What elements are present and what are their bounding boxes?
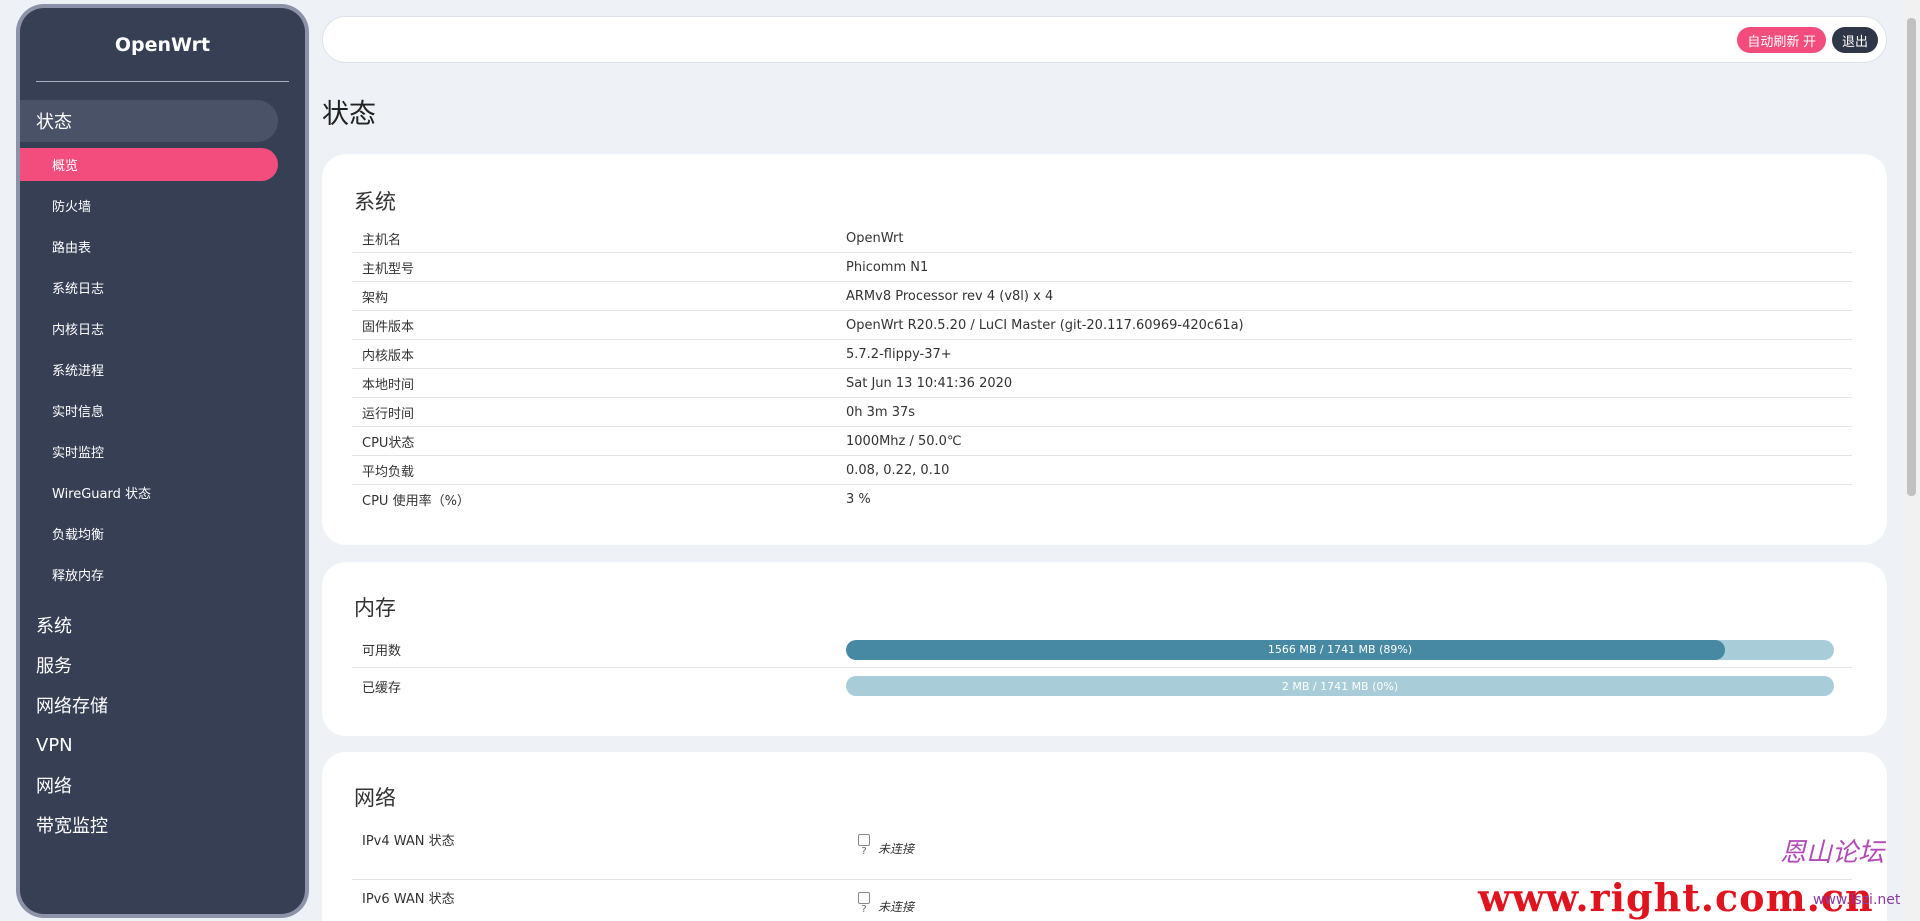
table-row: 运行时间 0h 3m 37s xyxy=(352,398,1852,427)
menu-item-status[interactable]: 状态 xyxy=(20,100,278,142)
row-key: 运行时间 xyxy=(362,406,415,422)
submenu-item-processes[interactable]: 系统进程 xyxy=(20,353,278,386)
submenu-item-system-log[interactable]: 系统日志 xyxy=(20,271,278,304)
status-submenu: 概览 防火墙 路由表 系统日志 内核日志 系统进程 实时信息 实时监控 Wire… xyxy=(20,148,278,599)
memory-card: 内存 可用数 1566 MB / 1741 MB (89%) 已缓存 2 MB … xyxy=(322,562,1887,736)
menu-item-network[interactable]: 网络 xyxy=(20,765,278,805)
network-disconnected-icon: ? xyxy=(856,834,872,858)
row-key: 已缓存 xyxy=(362,680,402,696)
row-key: 内核版本 xyxy=(362,348,415,364)
table-row: 内核版本 5.7.2-flippy-37+ xyxy=(352,340,1852,369)
row-key: IPv6 WAN 状态 xyxy=(362,892,455,907)
memory-card-title: 内存 xyxy=(354,596,396,620)
row-key: 可用数 xyxy=(362,644,402,659)
menu-item-services[interactable]: 服务 xyxy=(20,645,278,685)
network-row-ipv4: IPv4 WAN 状态 ? 未连接 xyxy=(352,822,1852,880)
system-table: 主机名 OpenWrt 主机型号 Phicomm N1 架构 ARMv8 Proces… xyxy=(352,224,1852,514)
network-status: 未连接 xyxy=(878,842,915,856)
row-value: 1000Mhz / 50.0℃ xyxy=(846,433,962,449)
submenu-item-firewall[interactable]: 防火墙 xyxy=(20,189,278,222)
cached-memory-bar-label: 2 MB / 1741 MB (0%) xyxy=(1281,679,1399,693)
row-key: CPU 使用率（%） xyxy=(362,494,470,509)
row-key: 固件版本 xyxy=(362,319,415,335)
table-row: 本地时间 Sat Jun 13 10:41:36 2020 xyxy=(352,369,1852,398)
system-card-title: 系统 xyxy=(354,190,396,214)
row-value: Phicomm N1 xyxy=(846,259,929,275)
menu-item-vpn[interactable]: VPN xyxy=(20,725,278,765)
submenu-item-wireguard[interactable]: WireGuard 状态 xyxy=(20,476,278,509)
submenu-item-free-memory[interactable]: 释放内存 xyxy=(20,558,278,591)
row-value: 5.7.2-flippy-37+ xyxy=(846,346,952,362)
row-key: CPU状态 xyxy=(362,435,415,451)
table-row: CPU状态 1000Mhz / 50.0℃ xyxy=(352,427,1852,456)
network-disconnected-icon: ? xyxy=(856,892,872,916)
submenu-item-overview[interactable]: 概览 xyxy=(20,148,278,181)
row-key: 主机名 xyxy=(362,232,402,248)
row-value: Sat Jun 13 10:41:36 2020 xyxy=(846,375,1013,391)
table-row: 固件版本 OpenWrt R20.5.20 / LuCI Master (git-… xyxy=(352,311,1852,340)
row-value: OpenWrt xyxy=(846,230,904,246)
submenu-item-realtime-info[interactable]: 实时信息 xyxy=(20,394,278,427)
logout-button[interactable]: 退出 xyxy=(1831,27,1878,53)
table-row: 平均负载 0.08, 0.22, 0.10 xyxy=(352,456,1852,485)
icon-glyph: ? xyxy=(861,846,867,857)
row-value: 0.08, 0.22, 0.10 xyxy=(846,462,950,478)
submenu-item-realtime-monitor[interactable]: 实时监控 xyxy=(20,435,278,468)
row-value: ARMv8 Processor rev 4 (v8l) x 4 xyxy=(846,288,1054,304)
auto-refresh-button[interactable]: 自动刷新 开 xyxy=(1737,27,1826,53)
brand-logo[interactable]: OpenWrt xyxy=(36,8,289,82)
table-row: 主机型号 Phicomm N1 xyxy=(352,253,1852,282)
row-value: ? 未连接 xyxy=(856,834,914,858)
memory-row-available: 可用数 1566 MB / 1741 MB (89%) xyxy=(352,632,1852,668)
menu-item-nas[interactable]: 网络存储 xyxy=(20,685,278,725)
menu-item-bandwidth[interactable]: 带宽监控 xyxy=(20,805,278,845)
table-row: 主机名 OpenWrt xyxy=(352,224,1852,253)
cached-memory-bar: 2 MB / 1741 MB (0%) xyxy=(846,676,1834,696)
system-card: 系统 主机名 OpenWrt 主机型号 Phicomm N1 架构 ARMv8 Pro… xyxy=(322,154,1887,545)
row-key: 平均负载 xyxy=(362,464,415,480)
top-bar: 自动刷新 开 退出 xyxy=(322,16,1887,63)
watermark-small-text: www.lszi.net xyxy=(1813,892,1901,908)
row-key: 本地时间 xyxy=(362,377,415,393)
row-value: 0h 3m 37s xyxy=(846,404,916,420)
table-row: 架构 ARMv8 Processor rev 4 (v8l) x 4 xyxy=(352,282,1852,311)
network-card-title: 网络 xyxy=(354,786,396,810)
row-key: IPv4 WAN 状态 xyxy=(362,834,455,849)
available-memory-bar-label: 1566 MB / 1741 MB (89%) xyxy=(1267,643,1413,656)
table-row: CPU 使用率（%） 3 % xyxy=(352,485,1852,514)
icon-glyph: ? xyxy=(861,904,867,915)
submenu-item-routes[interactable]: 路由表 xyxy=(20,230,278,263)
page-scrollbar[interactable] xyxy=(1903,0,1920,921)
row-key: 架构 xyxy=(362,290,389,306)
scrollbar-thumb[interactable] xyxy=(1907,18,1916,496)
main-menu: 系统 服务 网络存储 VPN 网络 带宽监控 xyxy=(20,605,278,845)
submenu-item-load-balance[interactable]: 负载均衡 xyxy=(20,517,278,550)
watermark-logo: 恩山论坛 xyxy=(1780,838,1885,868)
row-key: 主机型号 xyxy=(362,261,415,277)
row-value: ? 未连接 xyxy=(856,892,914,916)
menu-item-system[interactable]: 系统 xyxy=(20,605,278,645)
available-memory-bar: 1566 MB / 1741 MB (89%) xyxy=(846,639,1834,660)
submenu-item-kernel-log[interactable]: 内核日志 xyxy=(20,312,278,345)
network-status: 未连接 xyxy=(878,900,915,914)
page-title: 状态 xyxy=(322,99,376,130)
sidebar: OpenWrt 状态 概览 防火墙 路由表 系统日志 内核日志 系统进程 实时信… xyxy=(20,8,305,914)
row-value: OpenWrt R20.5.20 / LuCI Master (git-20.1… xyxy=(846,317,1244,333)
row-value: 3 % xyxy=(846,492,871,507)
memory-row-cached: 已缓存 2 MB / 1741 MB (0%) xyxy=(352,668,1852,704)
